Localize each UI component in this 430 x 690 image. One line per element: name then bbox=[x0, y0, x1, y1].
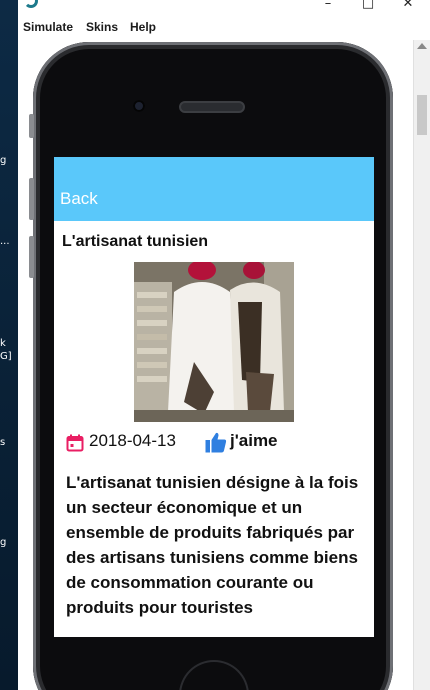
article-date: 2018-04-13 bbox=[89, 431, 176, 450]
volume-down-button bbox=[29, 236, 34, 278]
menu-simulate[interactable]: Simulate bbox=[23, 20, 73, 34]
desktop-fragment: ... bbox=[0, 236, 10, 247]
back-button[interactable]: Back bbox=[60, 189, 98, 209]
desktop-background: g ... k G] s g bbox=[0, 0, 18, 690]
app-logo-icon bbox=[24, 0, 38, 8]
article-title: L'artisanat tunisien bbox=[62, 233, 209, 250]
desktop-fragment: g bbox=[0, 537, 7, 548]
menu-skins[interactable]: Skins bbox=[86, 20, 118, 34]
minimize-icon[interactable]: – bbox=[313, 0, 343, 11]
volume-up-button bbox=[29, 178, 34, 220]
maximize-icon[interactable]: □ bbox=[353, 0, 383, 11]
desktop-fragment: G] bbox=[0, 351, 12, 362]
like-label[interactable]: j'aime bbox=[230, 431, 278, 451]
close-icon[interactable]: ✕ bbox=[393, 0, 423, 11]
desktop-fragment: s bbox=[0, 437, 6, 448]
speaker-grill bbox=[179, 101, 245, 113]
scroll-thumb[interactable] bbox=[417, 95, 427, 135]
scroll-up-arrow-icon[interactable] bbox=[417, 43, 427, 49]
calendar-icon bbox=[66, 434, 84, 452]
app-header: Back bbox=[54, 157, 374, 221]
home-button[interactable] bbox=[179, 660, 249, 690]
article-image bbox=[134, 262, 294, 422]
thumbs-up-icon[interactable] bbox=[205, 432, 227, 453]
menu-bar: Simulate Skins Help bbox=[18, 14, 430, 41]
meta-row: 2018-04-13 j'aime bbox=[64, 431, 364, 455]
front-camera-icon bbox=[133, 100, 145, 112]
title-bar: – □ ✕ bbox=[18, 0, 430, 14]
menu-help[interactable]: Help bbox=[130, 20, 156, 34]
desktop-fragment: g bbox=[0, 155, 7, 166]
vertical-scrollbar[interactable] bbox=[413, 40, 430, 690]
mute-switch bbox=[29, 114, 34, 138]
phone-screen: Back L'artisanat tunisien 2018-04-13 j'a… bbox=[54, 157, 374, 637]
article-body: L'artisanat tunisien désigne à la fois u… bbox=[66, 473, 359, 617]
desktop-fragment: k bbox=[0, 338, 6, 349]
